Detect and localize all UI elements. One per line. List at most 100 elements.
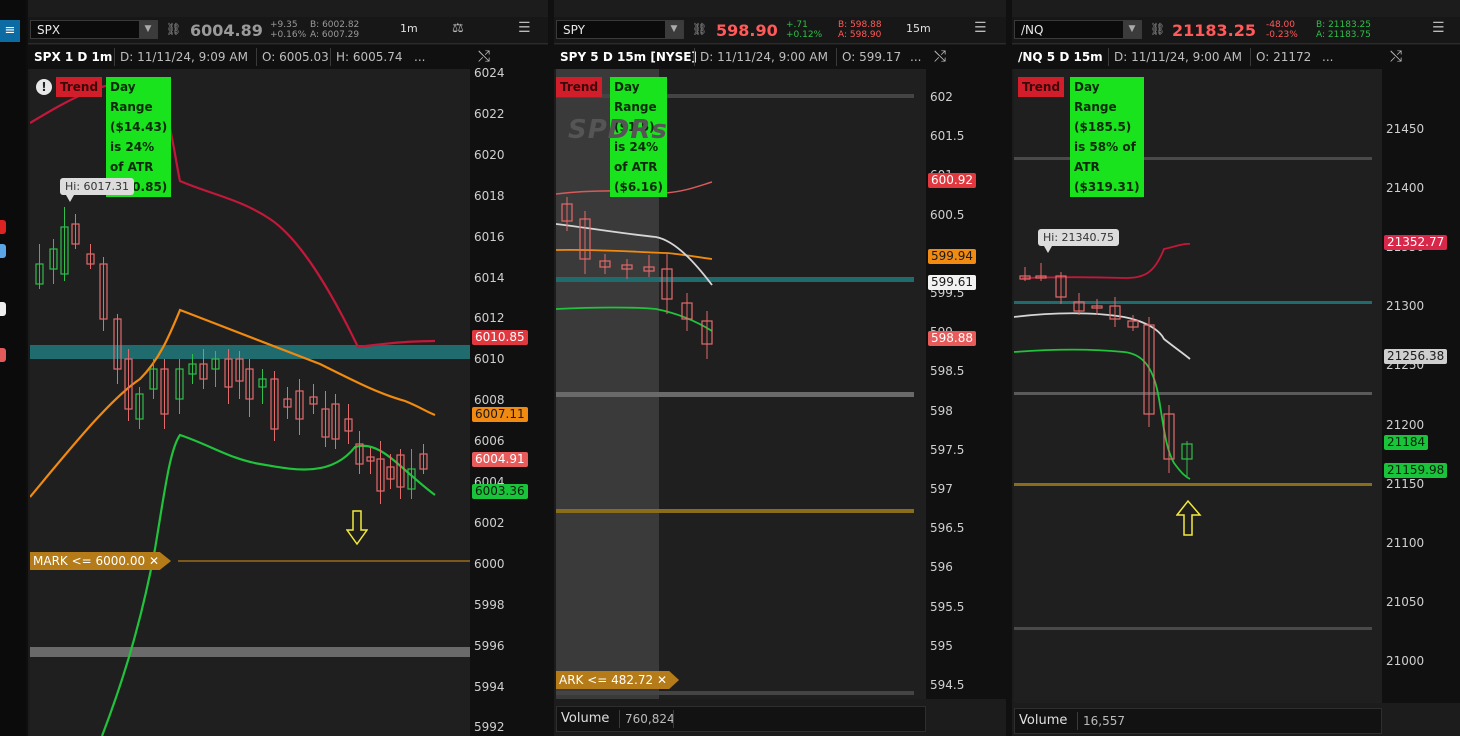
price-tag: 21159.98: [1384, 463, 1448, 478]
alert-marker: [0, 220, 6, 234]
price-tag: 6004.91: [472, 452, 528, 467]
link-icon[interactable]: ⛓: [692, 22, 707, 36]
volume-label: Volume: [1019, 713, 1068, 728]
chart-panel-spy: SPY ▼ ⛓ 598.90 +.71 +0.12% B: 598.88 A: 598…: [554, 0, 1006, 736]
studies-icon[interactable]: ⚖: [452, 21, 464, 36]
dropdown-icon[interactable]: ▼: [139, 21, 157, 38]
bid-ask: B: 6002.82 A: 6007.29: [310, 20, 359, 40]
price-plot-nq[interactable]: Trend Day Range ($185.5) is 58% of ATR (…: [1014, 69, 1382, 703]
volume-row: Volume 16,557: [1014, 708, 1382, 734]
mark-label-text: ARK <= 482.72: [559, 673, 654, 687]
panel-menu-icon[interactable]: ☰: [974, 20, 987, 36]
close-icon[interactable]: ✕: [149, 554, 159, 568]
info-more[interactable]: ...: [1322, 50, 1333, 64]
change-pct: +0.12%: [786, 30, 823, 40]
chart-title-text: SPX 1 D 1m: [34, 50, 113, 64]
axis-tick: 21300: [1386, 299, 1425, 314]
hamburger-icon[interactable]: ≡: [0, 20, 20, 42]
price-tag: 598.88: [928, 331, 976, 346]
ask-value: A: 598.90: [838, 30, 882, 40]
price-axis-spy[interactable]: 602601.5601600.5600599.5599598.5598597.5…: [926, 69, 1006, 699]
price-plot-spx[interactable]: ! Trend Day Range ($14.43) is 24% of ATR…: [30, 69, 470, 736]
price-tag: 600.92: [928, 173, 976, 188]
chart-info-row: SPY 5 D 15m [NYSE] D: 11/11/24, 9:00 AM …: [554, 45, 1006, 69]
divider: [1077, 712, 1078, 730]
cyan-band: [1014, 301, 1372, 304]
close-icon[interactable]: ✕: [657, 673, 667, 687]
gold-band: [556, 509, 914, 513]
panel-menu-icon[interactable]: ☰: [1432, 20, 1445, 36]
bid-value: B: 598.88: [838, 20, 882, 30]
bid-value: B: 6002.82: [310, 20, 360, 30]
axis-tick: 6008: [474, 393, 505, 408]
axis-tick: 6022: [474, 106, 505, 121]
link-icon[interactable]: ⛓: [166, 22, 181, 36]
symbol-selector[interactable]: /NQ ▼: [1014, 20, 1142, 39]
volume-row: Volume 760,824: [556, 706, 926, 732]
link-icon[interactable]: ⛓: [1150, 22, 1165, 36]
change-value: -48.00: [1266, 20, 1296, 30]
info-more[interactable]: ...: [910, 50, 921, 64]
divider: [1250, 48, 1251, 66]
candles-nq: [1019, 263, 1193, 477]
mark-alert-label[interactable]: ARK <= 482.72 ✕: [556, 671, 680, 689]
left-sidebar: ≡: [0, 0, 26, 736]
symbol-text: SPY: [563, 23, 585, 37]
price-tag: 599.94: [928, 249, 976, 264]
info-date: D: 11/11/24, 9:00 AM: [700, 50, 828, 64]
axis-tick: 21000: [1386, 653, 1425, 668]
price-tag: 6003.36: [472, 484, 528, 499]
high-label: Hi: 21340.75: [1038, 229, 1120, 253]
atr-upper-line: [30, 81, 436, 349]
price-plot-spy[interactable]: Trend Day Range ($1.5) is 24% of ATR ($6…: [556, 69, 926, 699]
day-range-label: Day Range ($185.5) is 58% of ATR ($319.3…: [1070, 77, 1144, 197]
price-marker: [0, 348, 6, 362]
timeframe-button[interactable]: 1m: [400, 22, 418, 35]
cyan-band: [30, 345, 470, 359]
drawing-tool-icon[interactable]: ⤭: [1390, 47, 1402, 65]
symbol-selector[interactable]: SPX ▼: [30, 20, 158, 39]
chart-title: SPY 5 D 15m [NYSE]: [560, 50, 697, 64]
axis-tick: 6016: [474, 229, 505, 244]
axis-tick: 21150: [1386, 476, 1425, 491]
price-change: -48.00 -0.23%: [1266, 20, 1298, 40]
change-value: +9.35: [270, 20, 298, 30]
panel-menu-icon[interactable]: ☰: [518, 20, 531, 36]
price-chart-svg: [30, 81, 470, 736]
price-tag: 6010.85: [472, 330, 528, 345]
panel-header: SPX ▼ ⛓ 6004.89 +9.35 +0.16% B: 6002.82 A: …: [28, 17, 548, 44]
change-pct: +0.16%: [270, 30, 307, 40]
price-axis-nq[interactable]: 2145021400213502130021250212002115021100…: [1382, 69, 1460, 703]
drawing-tool-icon[interactable]: ⤭: [934, 47, 946, 65]
divider: [694, 48, 695, 66]
axis-tick: 6006: [474, 434, 505, 449]
vwap-line: [1014, 312, 1191, 360]
gray-band-bottom: [1014, 627, 1372, 630]
volume-label: Volume: [561, 711, 610, 726]
drawing-tool-icon[interactable]: ⤭: [478, 47, 490, 65]
gray-band: [30, 647, 470, 657]
last-price: 598.90: [716, 21, 778, 40]
info-more[interactable]: ...: [414, 50, 425, 64]
price-axis-spx[interactable]: 6024 6022 6020 6018 6016 6014 6012 6010 6008 6006…: [470, 66, 548, 736]
dropdown-icon[interactable]: ▼: [1123, 21, 1141, 38]
chart-title-text: /NQ 5 D 15m: [1018, 50, 1103, 64]
axis-tick: 6000: [474, 556, 505, 571]
mark-alert-label[interactable]: MARK <= 6000.00 ✕: [30, 552, 172, 570]
trend-label: Trend: [56, 77, 103, 97]
panel-header: SPY ▼ ⛓ 598.90 +.71 +0.12% B: 598.88 A: 598…: [554, 17, 1006, 44]
down-arrow-icon: [346, 510, 368, 546]
axis-tick: 21050: [1386, 594, 1425, 609]
chart-panel-spx: SPX ▼ ⛓ 6004.89 +9.35 +0.16% B: 6002.82 A: …: [28, 0, 548, 736]
timeframe-button[interactable]: 15m: [906, 22, 931, 35]
dropdown-icon[interactable]: ▼: [665, 21, 683, 38]
warning-icon[interactable]: !: [36, 79, 52, 95]
symbol-selector[interactable]: SPY ▼: [556, 20, 684, 39]
divider: [619, 710, 620, 728]
axis-tick: 21100: [1386, 535, 1425, 550]
axis-tick: 5996: [474, 638, 505, 653]
bid-value: B: 21183.25: [1316, 20, 1372, 30]
axis-tick: 6010: [474, 352, 505, 367]
panel-header: /NQ ▼ ⛓ 21183.25 -48.00 -0.23% B: 21183.25…: [1012, 17, 1460, 44]
price-tag: 21184: [1384, 435, 1429, 450]
